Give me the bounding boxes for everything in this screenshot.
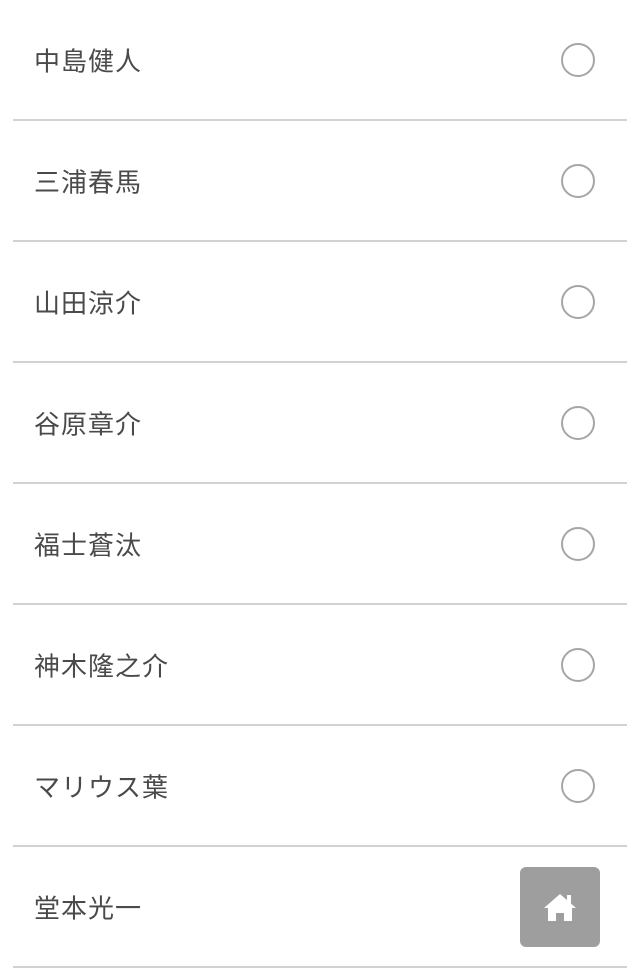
list-item-label: 中島健人 — [34, 47, 143, 77]
list-item-label: 堂本光一 — [34, 894, 143, 924]
list-item[interactable]: 谷原章介 — [13, 363, 627, 484]
list-item-label: 山田涼介 — [34, 289, 143, 319]
radio-button[interactable] — [561, 526, 595, 561]
radio-button[interactable] — [561, 163, 595, 198]
radio-button[interactable] — [561, 405, 595, 440]
list-item[interactable]: 三浦春馬 — [13, 121, 627, 242]
radio-button[interactable] — [561, 42, 595, 77]
home-button[interactable] — [520, 867, 600, 947]
list-item-label: 神木隆之介 — [34, 652, 170, 682]
radio-button[interactable] — [561, 647, 595, 682]
list-item[interactable]: 神木隆之介 — [13, 605, 627, 726]
list-item-label: 福士蒼汰 — [34, 531, 143, 561]
choice-list: 中島健人 三浦春馬 山田涼介 谷原章介 福士蒼汰 神木隆之介 マリウス葉 堂本光… — [13, 0, 627, 968]
list-item-label: 谷原章介 — [34, 410, 143, 440]
list-item-label: 三浦春馬 — [34, 168, 143, 198]
radio-button[interactable] — [561, 768, 595, 803]
list-item[interactable]: 中島健人 — [13, 0, 627, 121]
home-icon — [544, 894, 576, 921]
list-item-label: マリウス葉 — [34, 773, 170, 803]
list-item[interactable]: 山田涼介 — [13, 242, 627, 363]
radio-button[interactable] — [561, 284, 595, 319]
list-item[interactable]: 福士蒼汰 — [13, 484, 627, 605]
list-item[interactable]: マリウス葉 — [13, 726, 627, 847]
